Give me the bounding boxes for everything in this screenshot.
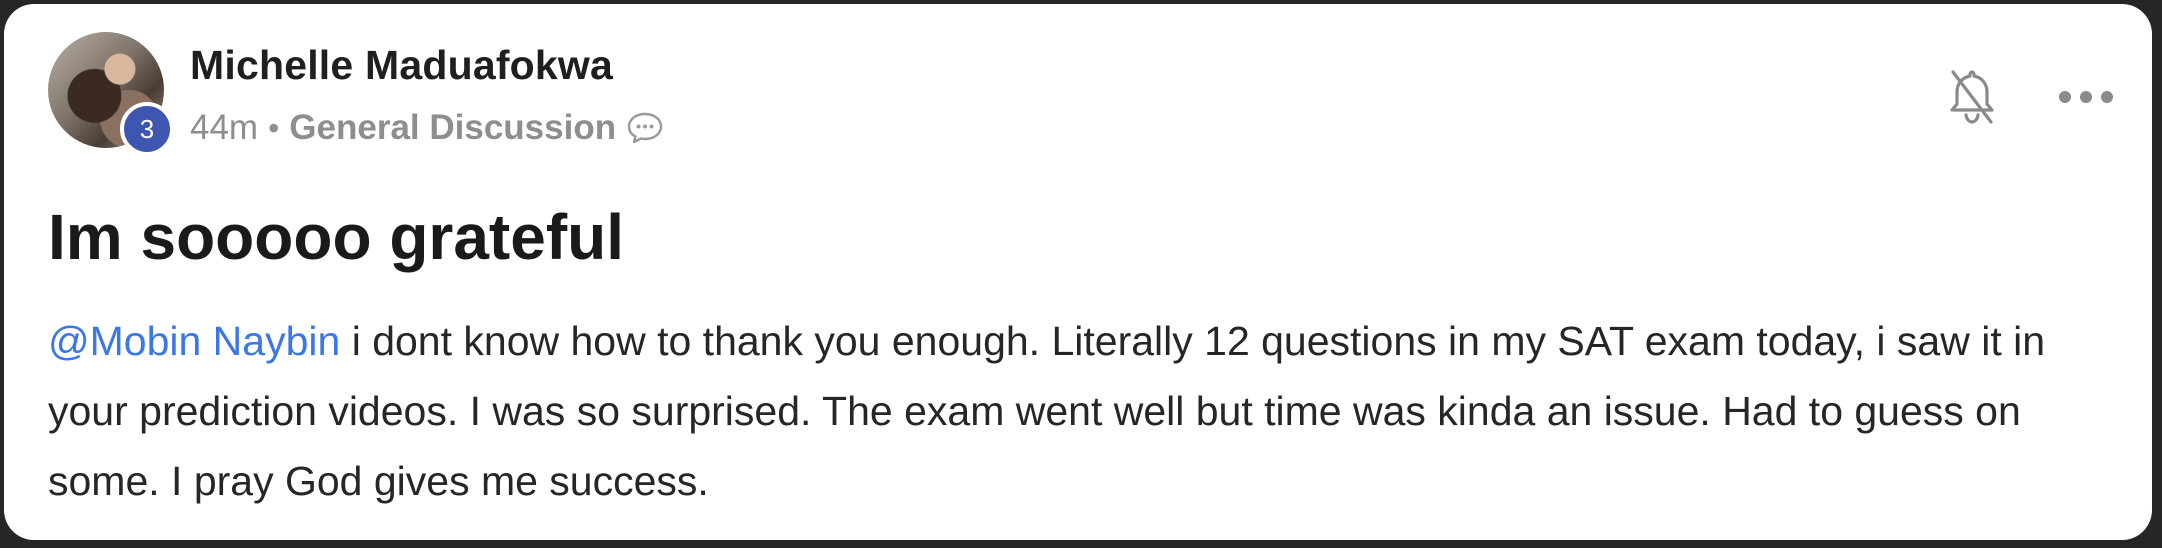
more-dot — [2059, 91, 2071, 103]
author-name[interactable]: Michelle Maduafokwa — [190, 42, 613, 89]
more-horizontal-icon[interactable] — [2059, 82, 2113, 112]
author-avatar-container[interactable]: 3 — [48, 32, 174, 156]
more-dot — [2080, 91, 2092, 103]
post-time: 44m — [190, 108, 259, 147]
post-title[interactable]: Im sooooo grateful — [48, 200, 624, 274]
meta-separator: • — [268, 109, 280, 146]
post-card[interactable]: 3 Michelle Maduafokwa 44m • General Disc… — [4, 4, 2152, 540]
post-body-text: i dont know how to thank you enough. Lit… — [48, 318, 2046, 504]
mention-link[interactable]: @Mobin Naybin — [48, 318, 340, 364]
category-link[interactable]: General Discussion — [289, 108, 616, 148]
more-dot — [2101, 91, 2113, 103]
bell-off-icon[interactable] — [1944, 66, 2000, 128]
level-badge: 3 — [120, 102, 174, 156]
chat-bubble-icon — [627, 112, 663, 144]
post-body: @Mobin Naybin i dont know how to thank y… — [48, 306, 2128, 516]
post-meta: 44m • General Discussion — [190, 108, 664, 148]
